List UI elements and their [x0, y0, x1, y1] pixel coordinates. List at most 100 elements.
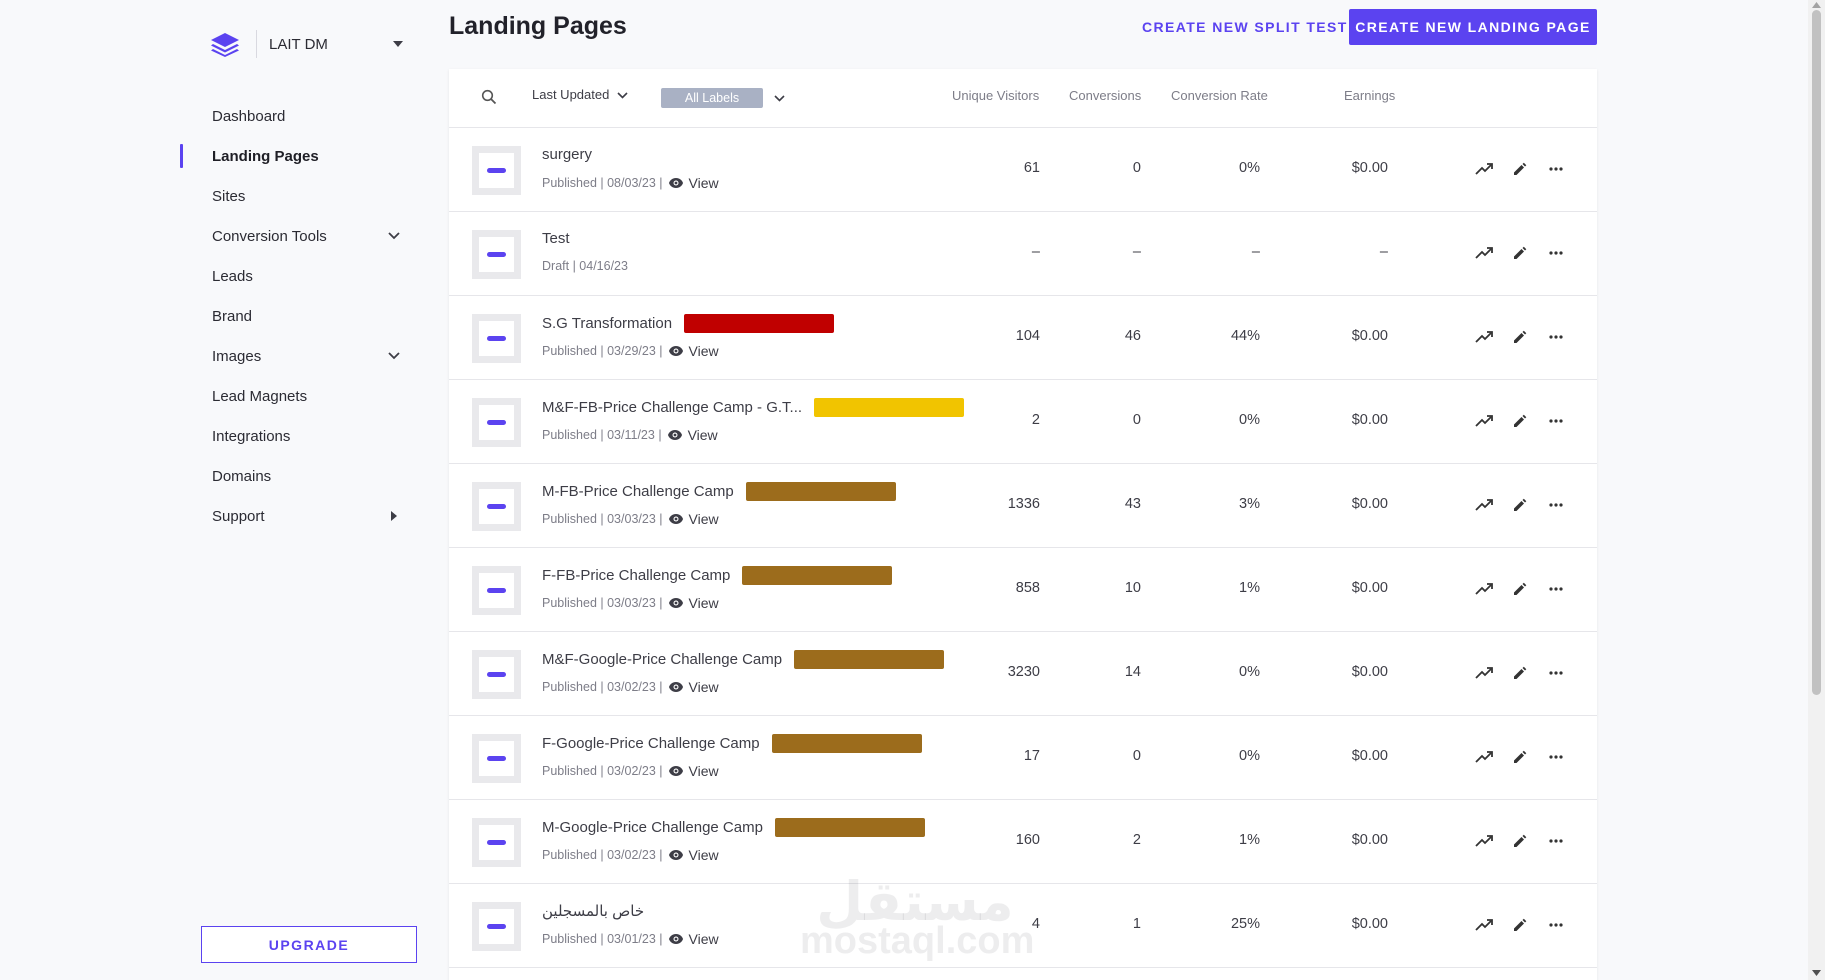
create-split-test-button[interactable]: CREATE NEW SPLIT TEST [1130, 12, 1360, 42]
page-label-tag[interactable] [745, 482, 896, 501]
sidebar-item-dashboard[interactable]: Dashboard [180, 96, 416, 136]
table-row[interactable]: Test Draft | 04/16/23 – – – – [449, 212, 1597, 296]
view-link[interactable]: View [667, 427, 718, 443]
sidebar-item-domains[interactable]: Domains [180, 456, 416, 496]
edit-pencil-icon[interactable] [1509, 494, 1531, 516]
analytics-trend-icon[interactable] [1473, 242, 1495, 264]
page-name[interactable]: F-Google-Price Challenge Camp [542, 735, 760, 752]
page-thumbnail[interactable] [472, 650, 521, 699]
view-link[interactable]: View [668, 847, 719, 863]
table-row[interactable]: M-Google-Price Challenge Camp Published |… [449, 800, 1597, 884]
sidebar-item-leads[interactable]: Leads [180, 256, 416, 296]
scroll-down-icon[interactable] [1812, 970, 1821, 976]
view-link[interactable]: View [668, 595, 719, 611]
page-label-tag[interactable] [771, 734, 922, 753]
page-name[interactable]: خاص بالمسجلين [542, 902, 644, 920]
scroll-up-icon[interactable] [1812, 2, 1821, 8]
column-header-earnings[interactable]: Earnings [1344, 88, 1395, 103]
create-landing-page-button[interactable]: CREATE NEW LANDING PAGE [1349, 9, 1597, 45]
view-link[interactable]: View [668, 679, 719, 695]
view-link[interactable]: View [668, 343, 719, 359]
page-name[interactable]: surgery [542, 146, 592, 163]
page-name[interactable]: S.G Transformation [542, 315, 672, 332]
page-label-tag[interactable] [684, 314, 835, 333]
more-options-icon[interactable] [1545, 746, 1567, 768]
analytics-trend-icon[interactable] [1473, 914, 1495, 936]
analytics-trend-icon[interactable] [1473, 662, 1495, 684]
more-options-icon[interactable] [1545, 494, 1567, 516]
edit-pencil-icon[interactable] [1509, 914, 1531, 936]
analytics-trend-icon[interactable] [1473, 158, 1495, 180]
table-row[interactable]: M-FB-Price Challenge Camp Published | 03/… [449, 464, 1597, 548]
sidebar-item-landing-pages[interactable]: Landing Pages [180, 136, 416, 176]
table-row[interactable]: S.G Transformation Published | 03/29/23 |… [449, 296, 1597, 380]
table-row[interactable]: F-FB-Price Challenge Camp Published | 03/… [449, 548, 1597, 632]
analytics-trend-icon[interactable] [1473, 326, 1495, 348]
sidebar-item-lead-magnets[interactable]: Lead Magnets [180, 376, 416, 416]
sidebar-item-support[interactable]: Support [180, 496, 416, 536]
view-link[interactable]: View [668, 931, 719, 947]
table-row[interactable]: M&F-Google-Price Challenge Camp Published… [449, 632, 1597, 716]
scrollbar-thumb[interactable] [1812, 10, 1821, 695]
sidebar-item-images[interactable]: Images [180, 336, 416, 376]
page-name[interactable]: M-FB-Price Challenge Camp [542, 483, 734, 500]
page-thumbnail[interactable] [472, 818, 521, 867]
sidebar-item-brand[interactable]: Brand [180, 296, 416, 336]
workspace-switcher[interactable]: LAIT DM [208, 24, 408, 64]
table-row[interactable]: خاص بالمسجلين Published | 03/01/23 | View 4… [449, 884, 1597, 968]
sort-dropdown[interactable]: Last Updated [532, 87, 628, 102]
edit-pencil-icon[interactable] [1509, 578, 1531, 600]
view-link[interactable]: View [668, 763, 719, 779]
more-options-icon[interactable] [1545, 914, 1567, 936]
page-thumbnail[interactable] [472, 734, 521, 783]
column-header-conversions[interactable]: Conversions [1069, 88, 1141, 103]
page-thumbnail[interactable] [472, 902, 521, 951]
analytics-trend-icon[interactable] [1473, 410, 1495, 432]
page-label-tag[interactable] [794, 650, 945, 669]
view-link[interactable]: View [668, 511, 719, 527]
edit-pencil-icon[interactable] [1509, 242, 1531, 264]
sidebar-item-sites[interactable]: Sites [180, 176, 416, 216]
labels-filter[interactable]: All Labels [661, 88, 763, 108]
chevron-down-icon[interactable] [384, 346, 404, 366]
more-options-icon[interactable] [1545, 158, 1567, 180]
column-header-conversion-rate[interactable]: Conversion Rate [1171, 88, 1268, 103]
edit-pencil-icon[interactable] [1509, 410, 1531, 432]
upgrade-button[interactable]: UPGRADE [201, 926, 417, 963]
search-icon[interactable] [481, 89, 499, 107]
page-thumbnail[interactable] [472, 398, 521, 447]
page-thumbnail[interactable] [472, 314, 521, 363]
analytics-trend-icon[interactable] [1473, 494, 1495, 516]
view-link[interactable]: View [668, 175, 719, 191]
chevron-down-icon[interactable] [384, 226, 404, 246]
page-thumbnail[interactable] [472, 482, 521, 531]
more-options-icon[interactable] [1545, 578, 1567, 600]
more-options-icon[interactable] [1545, 326, 1567, 348]
page-name[interactable]: M&F-FB-Price Challenge Camp - G.T... [542, 399, 802, 416]
more-options-icon[interactable] [1545, 662, 1567, 684]
sidebar-item-integrations[interactable]: Integrations [180, 416, 416, 456]
more-options-icon[interactable] [1545, 410, 1567, 432]
page-label-tag[interactable] [774, 818, 925, 837]
page-name[interactable]: Test [542, 230, 570, 247]
analytics-trend-icon[interactable] [1473, 578, 1495, 600]
chevron-down-icon[interactable] [769, 88, 789, 108]
analytics-trend-icon[interactable] [1473, 746, 1495, 768]
edit-pencil-icon[interactable] [1509, 158, 1531, 180]
page-thumbnail[interactable] [472, 566, 521, 615]
edit-pencil-icon[interactable] [1509, 326, 1531, 348]
more-options-icon[interactable] [1545, 242, 1567, 264]
page-label-tag[interactable] [814, 398, 965, 417]
more-options-icon[interactable] [1545, 830, 1567, 852]
page-thumbnail[interactable] [472, 146, 521, 195]
table-row[interactable]: M&F-FB-Price Challenge Camp - G.T... Publ… [449, 380, 1597, 464]
page-label-tag[interactable] [742, 566, 893, 585]
sidebar-item-conversion-tools[interactable]: Conversion Tools [180, 216, 416, 256]
page-scrollbar[interactable] [1808, 0, 1825, 980]
table-row[interactable]: F-Google-Price Challenge Camp Published |… [449, 716, 1597, 800]
table-row[interactable]: surgery Published | 08/03/23 | View 61 0 0% $0… [449, 128, 1597, 212]
page-thumbnail[interactable] [472, 230, 521, 279]
analytics-trend-icon[interactable] [1473, 830, 1495, 852]
caret-down-icon[interactable] [388, 34, 408, 54]
caret-right-icon[interactable] [384, 506, 404, 526]
